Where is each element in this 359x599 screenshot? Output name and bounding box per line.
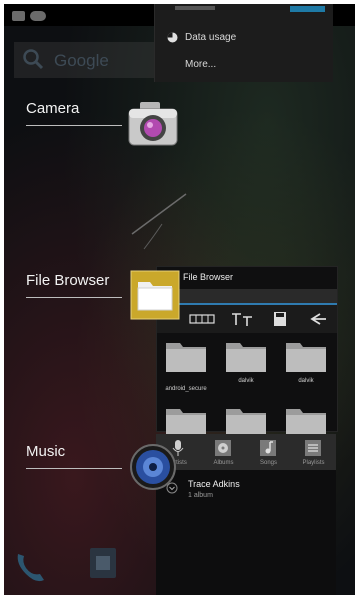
pie-chart-icon [167,32,178,43]
tab-playlists[interactable]: Playlists [291,434,336,470]
recent-apps-screen: Google Data usage More... Camera File Br… [4,4,355,595]
tab-label: Albums [213,460,234,466]
tab-label: Songs [259,460,277,466]
speaker-icon[interactable] [130,444,176,490]
folder-name: dalvik [298,378,314,384]
sort-icon[interactable] [227,309,257,329]
data-usage-item[interactable]: Data usage [185,32,236,43]
voicemail-icon [30,11,46,21]
file-browser-toolbar [157,305,337,333]
search-icon [23,49,44,70]
settings-thumbnail[interactable]: Data usage More... [154,4,333,82]
dock [17,548,116,582]
folder-icon[interactable] [285,339,327,373]
toggle-partial [290,6,325,12]
camera-label[interactable]: Camera [26,100,79,117]
folder-icon[interactable] [130,270,180,320]
note-icon [260,440,276,456]
google-search-bar[interactable]: Google [14,42,154,78]
file-browser-divider [26,297,122,298]
artist-name[interactable]: Trace Adkins [188,479,240,489]
music-divider [26,468,122,469]
file-browser-thumbnail[interactable]: File Browser android_secure dalvik dalvi… [156,266,338,438]
settings-item-partial [175,6,215,10]
email-icon [12,11,25,21]
grid-view-icon[interactable] [187,309,217,329]
tab-label: Playlists [302,460,325,466]
camera-divider [26,125,122,126]
music-label[interactable]: Music [26,443,65,460]
folder-icon[interactable] [165,339,207,373]
file-browser-label[interactable]: File Browser [26,272,109,289]
more-item[interactable]: More... [185,59,216,70]
save-icon[interactable] [265,309,295,329]
list-icon [305,440,321,456]
tab-albums[interactable]: Albums [201,434,246,470]
folder-name: android_secure [165,386,207,392]
music-tabs: Artists Albums Songs Playlists [156,434,336,470]
phone-icon [17,554,44,582]
search-placeholder: Google [54,51,109,70]
file-browser-path-bar [157,289,337,305]
camera-icon[interactable] [126,100,180,150]
album-icon [215,440,231,456]
album-count: 1 album [188,492,213,499]
music-thumbnail[interactable]: Artists Albums Songs Playlists Trace Adk… [156,434,336,595]
file-browser-title: File Browser [183,272,234,282]
tab-songs[interactable]: Songs [246,434,291,470]
back-icon[interactable] [302,309,332,329]
folder-icon[interactable] [225,339,267,373]
